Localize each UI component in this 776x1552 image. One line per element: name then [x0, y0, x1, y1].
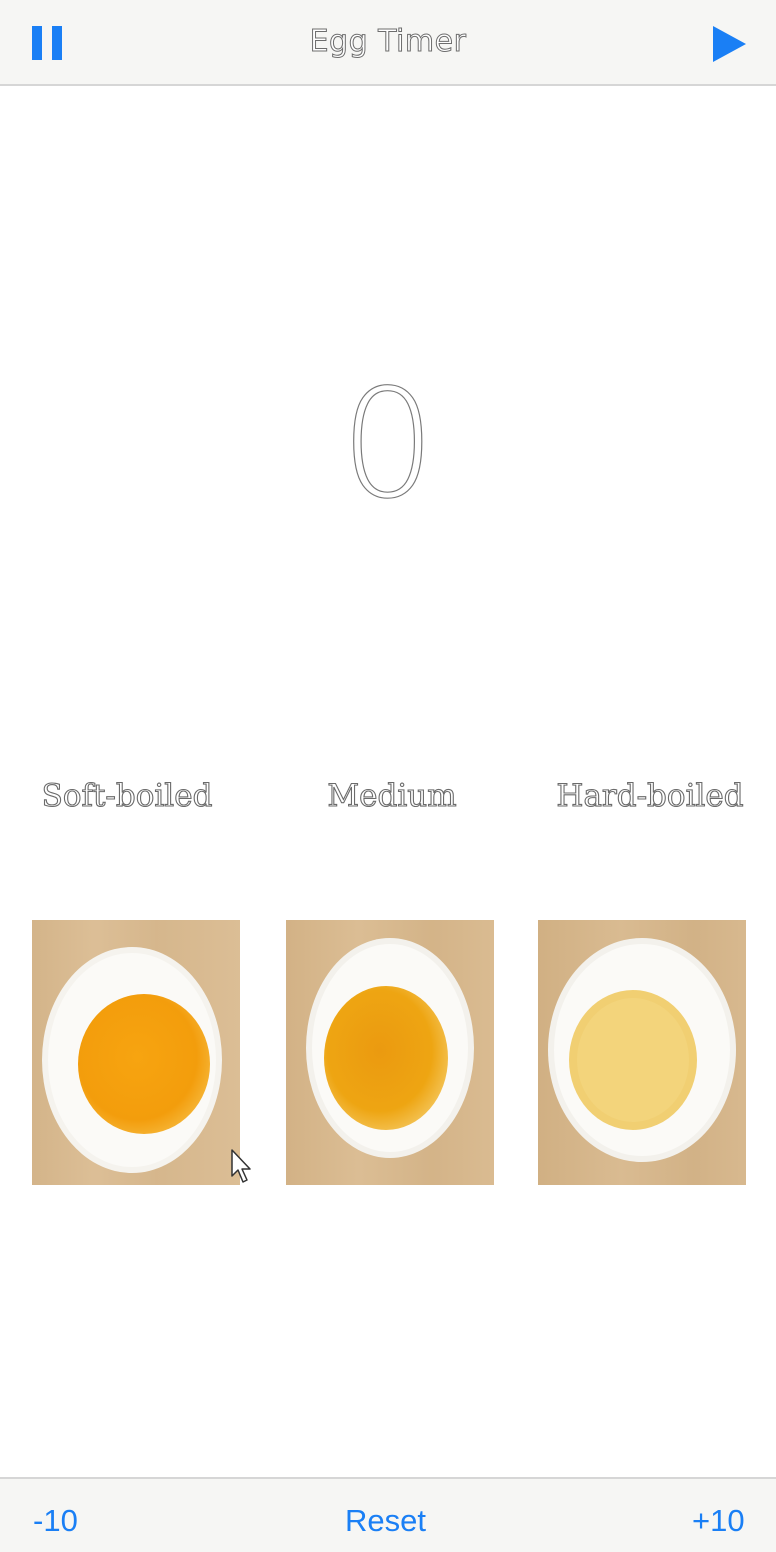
- soft-boiled-label: Soft-boiled: [41, 777, 213, 814]
- page-title: Egg Timer: [309, 24, 467, 60]
- navigation-bar: Egg Timer: [0, 0, 776, 86]
- plus-ten-button[interactable]: +10: [692, 1503, 745, 1539]
- play-button[interactable]: [708, 22, 752, 66]
- medium-label: Medium: [327, 777, 457, 814]
- minus-ten-button[interactable]: -10: [33, 1503, 78, 1539]
- medium-egg-button[interactable]: [286, 920, 494, 1185]
- soft-boiled-egg-photo: [32, 920, 240, 1185]
- hard-boiled-label: Hard-boiled: [556, 777, 744, 814]
- hard-boiled-egg-button[interactable]: [538, 920, 746, 1185]
- bottom-toolbar: -10 Reset +10: [0, 1477, 776, 1552]
- timer-display: 0: [340, 357, 437, 532]
- hard-boiled-egg-photo: [538, 920, 746, 1185]
- reset-button[interactable]: Reset: [345, 1503, 426, 1539]
- play-icon: [713, 26, 746, 62]
- egg-timer-screen: Egg Timer 0 Soft-boiled Medium Hard-boil…: [0, 0, 776, 1552]
- soft-boiled-egg-button[interactable]: [32, 920, 240, 1185]
- mouse-cursor-icon: [231, 1149, 251, 1183]
- medium-egg-photo: [286, 920, 494, 1185]
